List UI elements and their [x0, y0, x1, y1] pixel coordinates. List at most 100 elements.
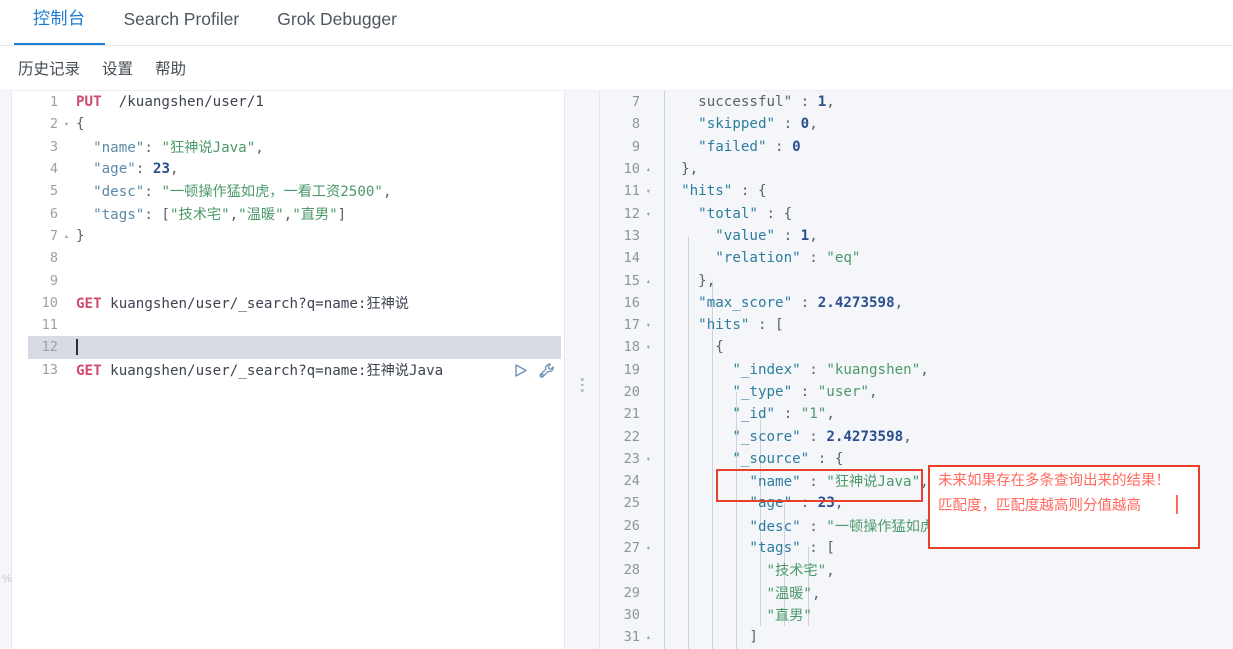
code-text: {: [664, 339, 724, 356]
code-text: },: [664, 272, 716, 289]
splitter-drag-handle-icon[interactable]: [580, 378, 584, 392]
pane-splitter[interactable]: [564, 91, 600, 649]
code-line[interactable]: 2 ▾{: [12, 113, 564, 135]
menu-item-help[interactable]: 帮助: [155, 57, 186, 79]
code-line: 27 ▾ "tags" : [: [600, 537, 1233, 559]
line-number: 8: [49, 250, 58, 267]
play-icon[interactable]: [512, 362, 529, 379]
request-editor-lines[interactable]: 1 PUT /kuangshen/user/1 2 ▾{3 "name": "狂神说J…: [12, 91, 564, 649]
code-text[interactable]: }: [64, 228, 564, 244]
fold-close-icon[interactable]: ▴: [646, 276, 655, 285]
line-number: 7 ▴: [12, 228, 69, 244]
code-text[interactable]: PUT /kuangshen/user/1: [64, 94, 564, 110]
code-line: 17 ▾ "hits" : [: [600, 314, 1233, 336]
fold-open-icon[interactable]: ▾: [646, 187, 655, 196]
code-line[interactable]: 3 "name": "狂神说Java",: [12, 136, 564, 158]
code-line[interactable]: 11: [12, 314, 564, 336]
code-text: "_score" : 2.4273598,: [732, 428, 912, 445]
line-number: 20: [623, 384, 640, 400]
line-number: 11: [41, 317, 58, 334]
console-workspace: % 1 PUT /kuangshen/user/1 2 ▾{3 "name": "狂神…: [0, 91, 1233, 649]
tab-console[interactable]: 控制台: [14, 0, 105, 45]
code-text[interactable]: "name": "狂神说Java",: [64, 137, 564, 157]
top-tab-bar: 控制台 Search Profiler Grok Debugger: [0, 0, 1233, 46]
code-line: 9 "failed" : 0: [600, 136, 1233, 158]
code-line[interactable]: 5 "desc": "一顿操作猛如虎，一看工资2500",: [12, 180, 564, 202]
code-line: 16 "max_score" : 2.4273598,: [600, 292, 1233, 314]
line-number: 26: [623, 517, 640, 534]
menu-item-settings[interactable]: 设置: [102, 57, 133, 79]
code-line[interactable]: 8: [12, 247, 564, 269]
code-text[interactable]: "desc": "一顿操作猛如虎，一看工资2500",: [64, 181, 564, 201]
line-number: 2 ▾: [12, 116, 69, 132]
code-line: 11 ▾ "hits" : {: [600, 180, 1233, 202]
code-line: 14 "relation" : "eq": [600, 247, 1233, 269]
line-number: 29: [623, 584, 640, 601]
response-viewer-pane[interactable]: 7 successful" : 1, 8 "skipped" : 0, 9 "fai…: [600, 91, 1233, 649]
code-line: 31 ▴ ]: [600, 626, 1233, 648]
code-line: 13 "value" : 1,: [600, 225, 1233, 247]
fold-close-icon[interactable]: ▴: [64, 231, 73, 240]
line-number: 16: [623, 294, 640, 311]
code-text: },: [664, 161, 699, 178]
code-text[interactable]: "tags": ["技术宅","温暖","直男"]: [64, 204, 564, 224]
code-line[interactable]: 6 "tags": ["技术宅","温暖","直男"]: [12, 202, 564, 224]
wrench-icon[interactable]: [538, 362, 556, 380]
console-menu-bar: 历史记录 设置 帮助: [0, 46, 1233, 91]
code-text[interactable]: [64, 338, 564, 356]
menu-item-history[interactable]: 历史记录: [18, 57, 80, 79]
line-number: 18 ▾: [600, 339, 651, 355]
response-viewer-lines: 7 successful" : 1, 8 "skipped" : 0, 9 "fai…: [600, 91, 1233, 649]
fold-open-icon[interactable]: ▾: [64, 120, 73, 129]
code-line: 7 successful" : 1,: [600, 91, 1233, 113]
line-number: 27 ▾: [600, 540, 651, 556]
line-number: 10: [41, 294, 58, 311]
fold-open-icon[interactable]: ▾: [646, 454, 655, 463]
line-number: 10 ▴: [600, 161, 651, 177]
code-line: 30 "直男": [600, 604, 1233, 626]
code-text[interactable]: {: [64, 116, 564, 132]
code-text: "hits" : {: [681, 183, 767, 200]
line-number: 9: [631, 138, 640, 155]
code-line: 15 ▴ },: [600, 269, 1233, 291]
code-line[interactable]: 4 "age": 23,: [12, 158, 564, 180]
code-text: "skipped" : 0,: [698, 116, 818, 133]
code-line[interactable]: 10 GET kuangshen/user/_search?q=name:狂神说: [12, 292, 564, 314]
code-text[interactable]: GET kuangshen/user/_search?q=name:狂神说: [64, 293, 564, 313]
code-line: 8 "skipped" : 0,: [600, 113, 1233, 135]
line-number: 3: [49, 138, 58, 155]
code-line[interactable]: 9: [12, 269, 564, 291]
text-caret: [76, 338, 78, 355]
fold-open-icon[interactable]: ▾: [646, 321, 655, 330]
code-text: "max_score" : 2.4273598,: [698, 294, 904, 311]
fold-close-icon[interactable]: ▴: [646, 165, 655, 174]
line-number: 13: [41, 361, 58, 378]
percent-marker: %: [2, 573, 12, 585]
line-number: 12: [41, 339, 58, 356]
code-text: "_index" : "kuangshen",: [732, 361, 929, 378]
code-text: "failed" : 0: [698, 138, 801, 155]
fold-open-icon[interactable]: ▾: [646, 544, 655, 553]
tab-search-profiler[interactable]: Search Profiler: [105, 0, 259, 45]
fold-close-icon[interactable]: ▴: [646, 633, 655, 642]
code-text: ]: [664, 629, 758, 646]
code-line: 23 ▾ "_source" : {: [600, 448, 1233, 470]
fold-open-icon[interactable]: ▾: [646, 209, 655, 218]
annotation-caret: [1176, 495, 1178, 514]
code-line: 21 "_id" : "1",: [600, 403, 1233, 425]
request-editor-pane[interactable]: 1 PUT /kuangshen/user/1 2 ▾{3 "name": "狂神说J…: [12, 91, 564, 649]
line-number: 31 ▴: [600, 629, 651, 645]
code-text[interactable]: "age": 23,: [64, 161, 564, 177]
line-number: 22: [623, 428, 640, 445]
code-line: 18 ▾ {: [600, 336, 1233, 358]
code-line[interactable]: 1 PUT /kuangshen/user/1: [12, 91, 564, 113]
tab-grok-debugger[interactable]: Grok Debugger: [258, 0, 416, 45]
code-line[interactable]: 7 ▴}: [12, 225, 564, 247]
request-actions: [512, 362, 556, 380]
code-line[interactable]: 12: [12, 336, 564, 359]
fold-open-icon[interactable]: ▾: [646, 343, 655, 352]
code-text[interactable]: GET kuangshen/user/_search?q=name:狂神说Jav…: [64, 360, 564, 380]
code-line[interactable]: 13 GET kuangshen/user/_search?q=name:狂神说J…: [12, 359, 564, 381]
line-number: 6: [49, 205, 58, 222]
line-number: 28: [623, 562, 640, 579]
